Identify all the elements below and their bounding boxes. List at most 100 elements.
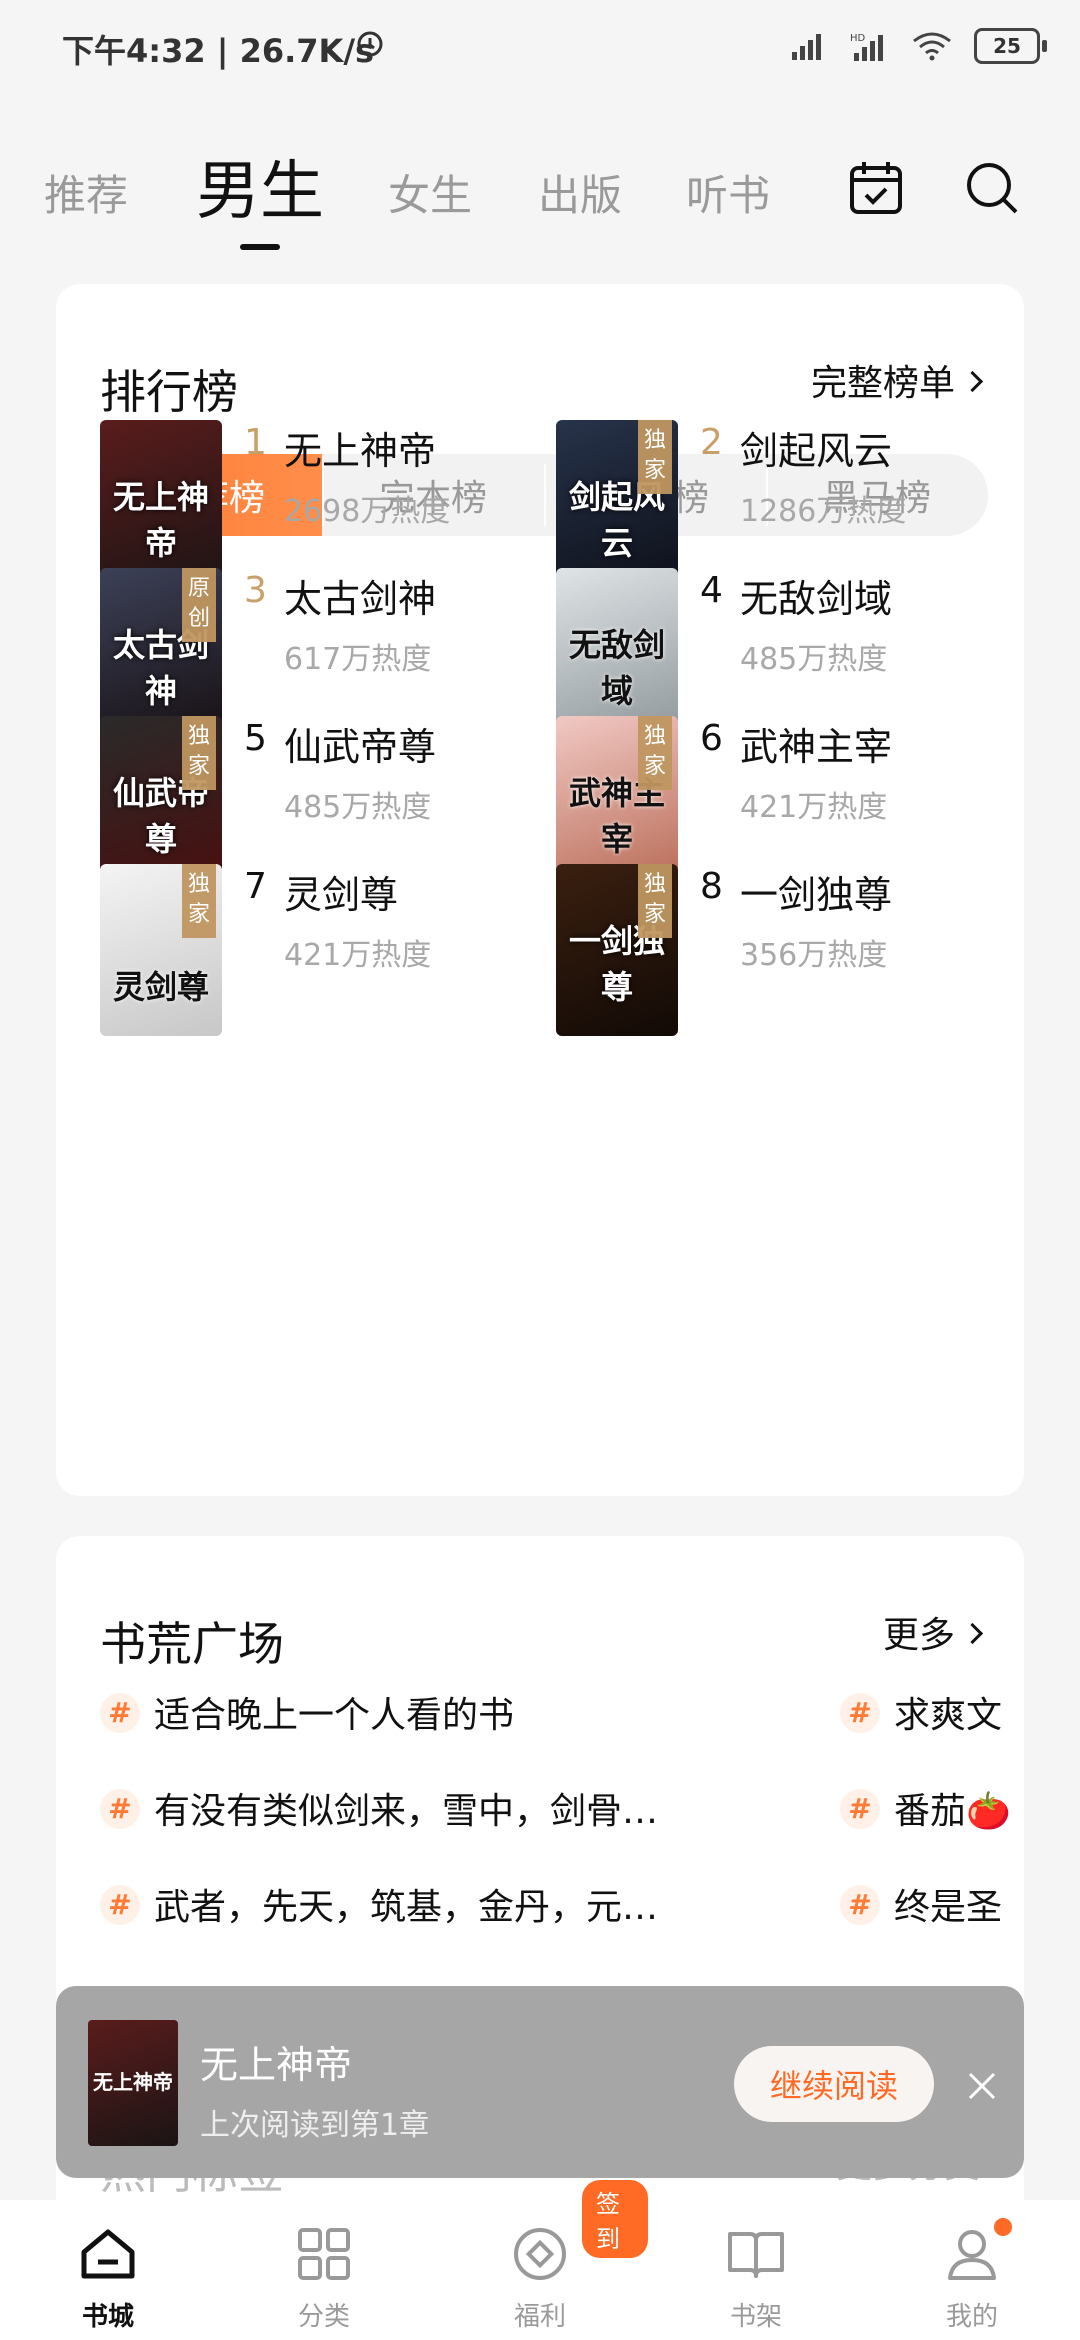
nav-label: 福利 [513, 2302, 566, 2332]
book-cover[interactable]: 一剑独尊 独家 [556, 864, 678, 1036]
rank-number: 2 [700, 422, 723, 463]
status-bar: 下午4:32 | 26.7K/s HD 25 [0, 0, 1080, 96]
hashtag-icon: # [840, 1789, 880, 1829]
book-title[interactable]: 仙武帝尊 [284, 716, 436, 771]
signal-hd-icon: HD [850, 33, 883, 61]
book-heat: 617万热度 [284, 642, 432, 677]
ranking-book-item[interactable]: 灵剑尊 独家 7 灵剑尊 421万热度 [100, 864, 530, 1036]
cover-badge: 独家 [638, 420, 672, 494]
cover-badge: 原创 [182, 568, 216, 642]
nav-label: 书城 [81, 2302, 134, 2332]
ranking-book-item[interactable]: 无敌剑域 4 无敌剑域 485万热度 [556, 568, 986, 740]
ranking-book-item[interactable]: 太古剑神 原创 3 太古剑神 617万热度 [100, 568, 530, 740]
rank-number: 8 [700, 866, 723, 907]
book-heat: 1286万热度 [740, 494, 907, 529]
tab-female[interactable]: 女生 [388, 162, 472, 223]
book-cover[interactable]: 无上神帝 [88, 2020, 178, 2146]
rank-number: 3 [244, 570, 267, 611]
svg-text:HD: HD [850, 33, 866, 44]
nav-label: 我的 [945, 2302, 998, 2332]
topic-label: 番茄🍅 [894, 1791, 1011, 1832]
topic-item[interactable]: # 武者，先天，筑基，金丹，元… [100, 1878, 800, 1930]
continue-reading-bar[interactable]: 无上神帝 无上神帝 上次阅读到第1章 继续阅读 [56, 1986, 1024, 2178]
rank-number: 5 [244, 718, 267, 759]
book-cover[interactable]: 无敌剑域 [556, 568, 678, 740]
cover-title: 无上神帝 [93, 2070, 173, 2094]
nav-welfare[interactable]: 签到 福利 [432, 2180, 648, 2340]
topic-item[interactable]: # 求爽文 [840, 1686, 1024, 1738]
book-title[interactable]: 武神主宰 [740, 716, 892, 771]
cover-title: 灵剑尊 [112, 968, 209, 1006]
book-open-icon [728, 2232, 784, 2278]
hashtag-icon: # [100, 1693, 140, 1733]
nav-category[interactable]: 分类 [216, 2200, 432, 2340]
continue-progress: 上次阅读到第1章 [200, 2108, 430, 2143]
continue-book-title: 无上神帝 [200, 2043, 353, 2087]
topic-label: 武者，先天，筑基，金丹，元… [154, 1887, 659, 1928]
checkin-badge: 签到 [582, 2180, 648, 2258]
topic-item[interactable]: # 终是圣 [840, 1878, 1024, 1930]
tab-recommend[interactable]: 推荐 [44, 162, 128, 223]
book-title[interactable]: 灵剑尊 [284, 864, 398, 919]
ranking-book-item[interactable]: 一剑独尊 独家 8 一剑独尊 356万热度 [556, 864, 986, 1036]
nav-profile[interactable]: 我的 [864, 2200, 1080, 2340]
ranking-card: 排行榜 完整榜单 推荐榜 完本榜 番茄榜 黑马榜 无上神帝1无上神帝2698万热… [56, 284, 1024, 1496]
nav-bookshelf[interactable]: 书架 [648, 2200, 864, 2340]
ranking-book-item[interactable]: 仙武帝尊 独家 5 仙武帝尊 485万热度 [100, 716, 530, 888]
ranking-book-item[interactable]: 武神主宰 独家 6 武神主宰 421万热度 [556, 716, 986, 888]
top-nav: 推荐 男生 女生 出版 听书 [0, 130, 1080, 250]
nav-label: 书架 [729, 2302, 782, 2332]
tab-audiobook[interactable]: 听书 [686, 162, 770, 223]
book-heat: 356万热度 [740, 938, 888, 973]
nav-bookstore[interactable]: 书城 [0, 2200, 216, 2340]
tab-male[interactable]: 男生 [196, 140, 324, 250]
battery-icon: 25 [974, 28, 1047, 64]
book-title[interactable]: 太古剑神 [284, 568, 436, 623]
cover-badge: 独家 [638, 716, 672, 790]
topic-label: 终是圣 [894, 1887, 1003, 1928]
ranking-book-item[interactable]: 无上神帝 1 无上神帝 2698万热度 [100, 420, 530, 592]
full-ranking-link[interactable]: 完整榜单 [811, 354, 984, 406]
rank-number: 4 [700, 570, 723, 611]
rank-number: 7 [244, 866, 267, 907]
chevron-right-icon [961, 1622, 984, 1644]
nav-label: 分类 [297, 2302, 350, 2332]
status-time: 下午4:32 | 26.7K/s [62, 32, 375, 70]
close-icon[interactable] [964, 2068, 1000, 2104]
hashtag-icon: # [100, 1885, 140, 1925]
book-cover[interactable]: 太古剑神 原创 [100, 568, 222, 740]
book-cover[interactable]: 剑起风云 独家 [556, 420, 678, 592]
tab-publish[interactable]: 出版 [538, 162, 622, 223]
search-icon[interactable] [962, 158, 1022, 218]
cover-badge: 独家 [182, 864, 216, 938]
book-title[interactable]: 无敌剑域 [740, 568, 892, 623]
more-topics-label: 更多 [882, 1615, 955, 1656]
ranking-book-item[interactable]: 剑起风云 独家 2 剑起风云 1286万热度 [556, 420, 986, 592]
calendar-icon[interactable] [846, 158, 906, 218]
book-cover[interactable]: 武神主宰 独家 [556, 716, 678, 888]
topic-item[interactable]: # 适合晚上一个人看的书 [100, 1686, 570, 1738]
book-cover[interactable]: 无上神帝 [100, 420, 222, 592]
signal-icon [792, 34, 821, 60]
book-heat: 485万热度 [740, 642, 888, 677]
battery-level: 25 [993, 34, 1021, 58]
book-cover[interactable]: 灵剑尊 独家 [100, 864, 222, 1036]
book-cover[interactable]: 仙武帝尊 独家 [100, 716, 222, 888]
more-topics-link[interactable]: 更多 [882, 1606, 984, 1658]
book-title[interactable]: 无上神帝 [284, 420, 436, 475]
book-title[interactable]: 一剑独尊 [740, 864, 892, 919]
cover-badge: 独家 [638, 864, 672, 938]
book-heat: 2698万热度 [284, 494, 451, 529]
topic-item[interactable]: # 有没有类似剑来，雪中，剑骨… [100, 1782, 800, 1834]
cover-title: 无上神帝 [112, 478, 209, 562]
home-icon [81, 2229, 135, 2279]
topic-item[interactable]: # 番茄🍅 [840, 1782, 1024, 1834]
book-title[interactable]: 剑起风云 [740, 420, 892, 475]
alarm-icon [357, 31, 383, 57]
hashtag-icon: # [840, 1693, 880, 1733]
coin-icon [514, 2228, 566, 2280]
continue-reading-button[interactable]: 继续阅读 [734, 2046, 934, 2122]
rank-number: 6 [700, 718, 723, 759]
cover-title: 无敌剑域 [568, 626, 665, 710]
ranking-title: 排行榜 [100, 365, 238, 419]
